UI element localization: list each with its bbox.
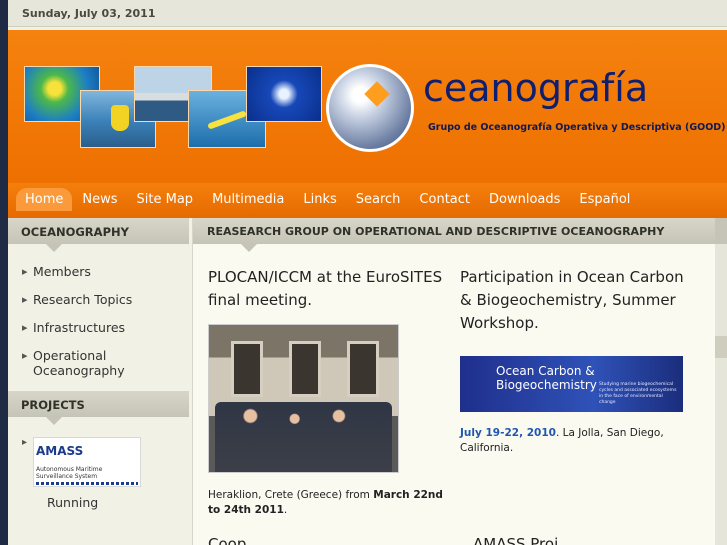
sidebar-item-operational-oceanography[interactable]: Operational Oceanography (22, 348, 189, 378)
sidebar-item-research-topics[interactable]: Research Topics (22, 292, 189, 307)
project-status-label[interactable]: Running (47, 495, 189, 510)
building-window (231, 341, 263, 397)
nav-links[interactable]: Links (294, 188, 345, 211)
oceanography-menu: Members Research Topics Infrastructures … (8, 244, 189, 378)
nav-search[interactable]: Search (347, 188, 410, 211)
group-photo[interactable] (208, 324, 399, 473)
current-date: Sunday, July 03, 2011 (22, 7, 156, 20)
globe-logo-icon (326, 64, 414, 152)
main-content: REASEARCH GROUP ON OPERATIONAL AND DESCR… (192, 218, 715, 545)
building-window (347, 341, 379, 397)
next-post-title-left[interactable]: Coop... (208, 535, 261, 545)
nav-downloads[interactable]: Downloads (480, 188, 569, 211)
people-group (215, 402, 392, 472)
glider-icon (207, 110, 247, 130)
right-column-header (715, 218, 727, 244)
post-caption: Heraklion, Crete (Greece) from March 22n… (208, 489, 443, 516)
amass-logo[interactable]: AMASS Autonomous Maritime Surveillance S… (33, 437, 141, 487)
nav-multimedia[interactable]: Multimedia (203, 188, 293, 211)
bullet-icon: ▸ (22, 437, 28, 448)
post-title[interactable]: Participation in Ocean Carbon & Biogeoch… (460, 266, 700, 335)
news-post-plocan: PLOCAN/ICCM at the EuroSITES final meeti… (208, 266, 448, 518)
heading-arrow-icon (241, 244, 257, 252)
right-column-block (715, 336, 727, 358)
project-item-amass[interactable]: ▸ AMASS Autonomous Maritime Surveillance… (8, 417, 189, 510)
logo-dotted-rule (36, 482, 138, 485)
building-window (289, 341, 321, 397)
sidebar-heading-oceanography: OCEANOGRAPHY (8, 218, 189, 252)
nav-home[interactable]: Home (16, 188, 73, 211)
ocb-banner-image[interactable]: Ocean Carbon & Biogeochemistry Studying … (460, 356, 683, 412)
banner-photo-ocean-sensor (246, 66, 322, 122)
news-post-ocb: Participation in Ocean Carbon & Biogeoch… (460, 266, 700, 456)
post-title[interactable]: PLOCAN/ICCM at the EuroSITES final meeti… (208, 266, 448, 312)
site-brand: ceanografía (423, 66, 649, 110)
sidebar-item-infrastructures[interactable]: Infrastructures (22, 320, 189, 335)
heading-arrow-icon (46, 244, 62, 252)
nav-contact[interactable]: Contact (410, 188, 479, 211)
sidebar-heading-projects: PROJECTS (8, 391, 189, 425)
post-date-location: July 19-22, 2010. La Jolla, San Diego, C… (460, 427, 664, 454)
header-banner: ceanografía Grupo de Oceanografía Operat… (8, 30, 727, 183)
site-subtitle: Grupo de Oceanografía Operativa y Descri… (428, 122, 726, 133)
buoy-icon (111, 105, 129, 131)
main-heading: REASEARCH GROUP ON OPERATIONAL AND DESCR… (193, 218, 715, 252)
nav-espanol[interactable]: Español (570, 188, 639, 211)
projects-section: PROJECTS ▸ AMASS Autonomous Maritime Sur… (8, 391, 189, 510)
date-bar: Sunday, July 03, 2011 (8, 0, 727, 27)
next-post-title-right[interactable]: AMASS Proj... (473, 535, 573, 545)
main-nav: Home News Site Map Multimedia Links Sear… (8, 183, 727, 218)
nav-site-map[interactable]: Site Map (128, 188, 203, 211)
sidebar-item-members[interactable]: Members (22, 264, 189, 279)
page-frame: Sunday, July 03, 2011 ceanografía Grupo … (8, 0, 727, 545)
right-column-edge (715, 218, 727, 545)
nav-news[interactable]: News (73, 188, 126, 211)
sidebar: OCEANOGRAPHY Members Research Topics Inf… (8, 218, 189, 545)
